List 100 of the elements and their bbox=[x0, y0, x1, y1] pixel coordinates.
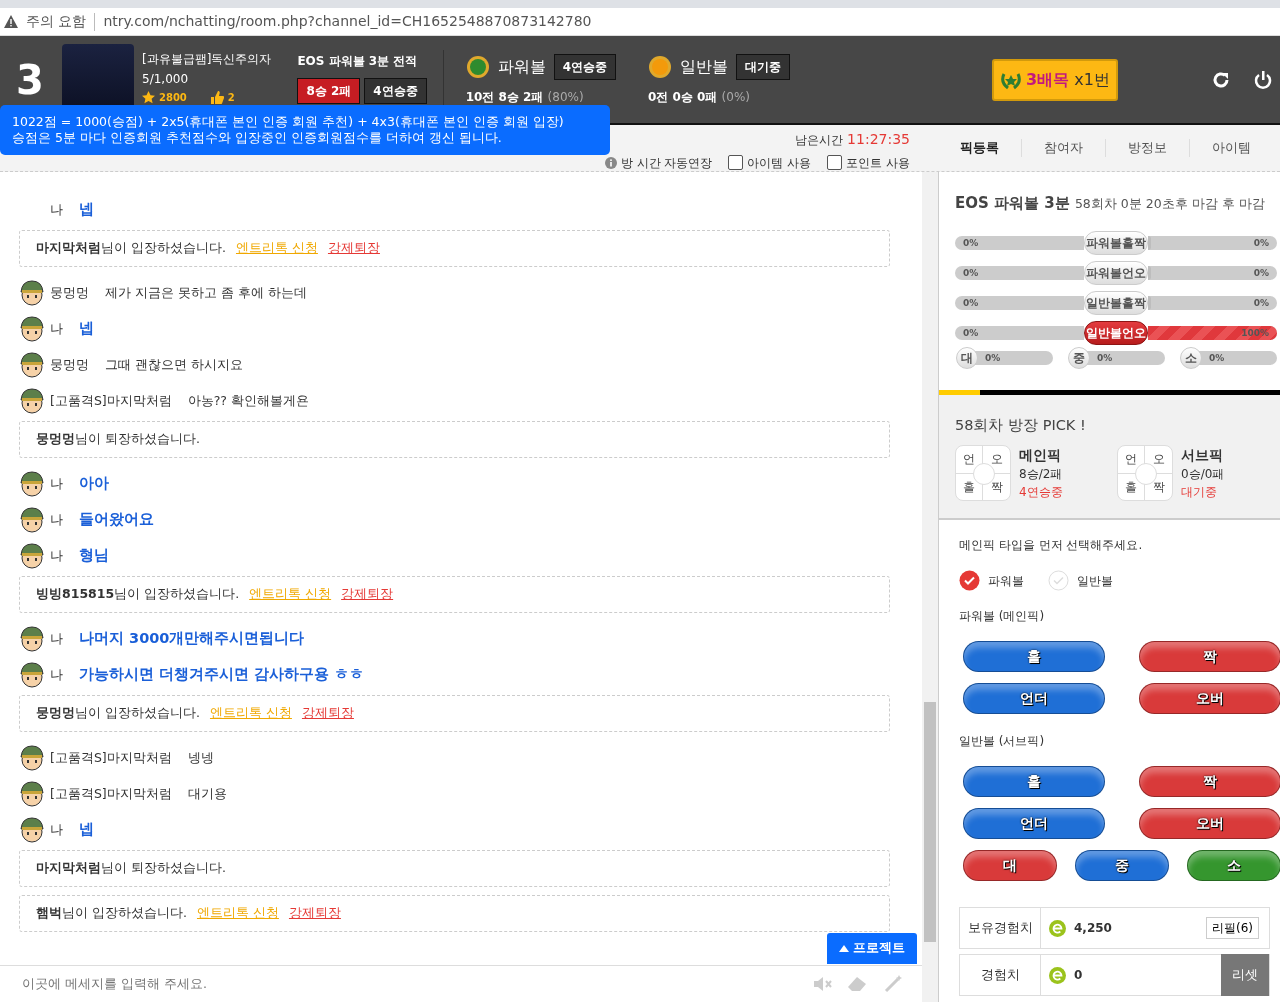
room-name: [과유불급팸]독신주의자 bbox=[142, 51, 272, 68]
magic-wand-icon[interactable] bbox=[884, 975, 902, 993]
prompt-text: 메인픽 타입을 먼저 선택해주세요. bbox=[959, 537, 1144, 554]
sender-name: 나 bbox=[50, 319, 63, 338]
record-title: EOS 파워볼 3분 전적 bbox=[297, 53, 419, 70]
notice-text: 뭉멍멍님이 퇴장하셨습니다. bbox=[36, 430, 200, 449]
tab[interactable]: 방정보 bbox=[1105, 138, 1189, 158]
sender-name: 뭉멍멍 bbox=[50, 283, 89, 302]
reset-button[interactable]: 리셋 bbox=[1221, 954, 1269, 996]
left-percent: 0% bbox=[963, 266, 979, 280]
notice-link[interactable]: 강제퇴장 bbox=[288, 904, 341, 923]
message-text: 아농?? 확인해볼게욘 bbox=[187, 391, 309, 410]
scrollbar[interactable] bbox=[922, 172, 938, 1002]
message-text: 제가 지금은 못하고 좀 후에 하는데 bbox=[105, 283, 307, 302]
refill-button[interactable]: 리필(6) bbox=[1206, 917, 1259, 939]
option-checkbox[interactable]: 포인트 사용 bbox=[827, 153, 910, 172]
notice-text: 뭉멍멍님이 입장하셨습니다. bbox=[36, 704, 200, 723]
power-icon[interactable] bbox=[1254, 70, 1272, 89]
option-checkbox[interactable]: 아이템 사용 bbox=[728, 153, 812, 172]
game-status: 4연승중 bbox=[553, 53, 616, 80]
notice-link[interactable]: 강제퇴장 bbox=[301, 704, 354, 723]
bet-button[interactable]: 짝 bbox=[1139, 766, 1280, 797]
bet-button[interactable]: 홀 bbox=[963, 766, 1105, 797]
left-percent: 0% bbox=[963, 236, 979, 250]
pick-status: 4연승중 bbox=[1019, 484, 1063, 501]
sender-name: [고품격S]마지막처럼 bbox=[50, 784, 172, 803]
exp-label: 경험치 bbox=[960, 955, 1041, 995]
warning-icon bbox=[4, 15, 18, 28]
sender-name: [고품격S]마지막처럼 bbox=[50, 391, 172, 410]
message-text: 가능하시면 더챙겨주시면 감사하구용 ㅎㅎ bbox=[79, 665, 365, 685]
message-text: 넹넹 bbox=[187, 748, 214, 767]
e-coin-icon bbox=[1049, 919, 1066, 937]
game-status: 대기중 bbox=[736, 53, 790, 80]
type-radio[interactable]: 파워볼 bbox=[959, 570, 1024, 591]
pick-record: 0승/0패 bbox=[1181, 466, 1225, 483]
notice-link[interactable]: 강제퇴장 bbox=[341, 585, 394, 604]
refresh-icon[interactable] bbox=[1212, 70, 1230, 89]
pick-name: 서브픽 bbox=[1181, 445, 1224, 465]
bet-button[interactable]: 중 bbox=[1075, 850, 1169, 881]
size-percent: 0% bbox=[1097, 351, 1113, 365]
bar-label: 일반볼언오 bbox=[1084, 320, 1148, 345]
message-text: 들어왔어요 bbox=[79, 510, 154, 530]
star-icon bbox=[142, 91, 155, 104]
exp-label: 보유경험치 bbox=[960, 908, 1041, 948]
bet-button[interactable]: 홀 bbox=[963, 641, 1105, 672]
rank-number: 3 bbox=[16, 55, 45, 105]
tab[interactable]: 아이템 bbox=[1189, 138, 1273, 158]
sender-name: 나 bbox=[50, 665, 63, 684]
size-label: 소 bbox=[1180, 346, 1202, 369]
thumbs-up-icon bbox=[210, 91, 224, 104]
bet-button[interactable]: 오버 bbox=[1139, 808, 1280, 839]
pick-name: 메인픽 bbox=[1019, 445, 1062, 465]
e-coin-icon bbox=[1049, 966, 1066, 984]
exp-value: 0 bbox=[1074, 967, 1083, 984]
project-button[interactable]: 프로젝트 bbox=[826, 933, 917, 964]
bonus-button[interactable]: 3배목 x1번 bbox=[992, 58, 1118, 101]
remaining-time: 남은시간 11:27:35 bbox=[795, 129, 910, 149]
game-name: 파워볼 bbox=[497, 55, 546, 78]
bet-button[interactable]: 대 bbox=[963, 850, 1057, 881]
like-count: 2 bbox=[227, 91, 235, 105]
coin-icon bbox=[648, 54, 672, 79]
right-percent: 0% bbox=[1253, 236, 1269, 250]
security-warning[interactable]: 주의 요함 bbox=[26, 11, 87, 32]
exp-value: 4,250 bbox=[1074, 920, 1112, 937]
bet-button[interactable]: 짝 bbox=[1139, 641, 1280, 672]
pick-title: 58회차 방장 PICK ! bbox=[955, 416, 1087, 435]
type-radio[interactable]: 일반볼 bbox=[1048, 570, 1113, 591]
notice-link[interactable]: 강제퇴장 bbox=[327, 239, 380, 258]
record-result: 8승 2패 bbox=[297, 78, 361, 104]
sender-name: 나 bbox=[50, 546, 63, 565]
game-summary: 10전 8승 2패 (80%) bbox=[465, 88, 585, 106]
auto-extend-label: 방 시간 자동연장 bbox=[620, 154, 713, 172]
tab[interactable]: 픽등록 bbox=[938, 138, 1021, 158]
mute-icon[interactable] bbox=[814, 977, 832, 991]
size-label: 대 bbox=[956, 346, 978, 369]
notice-text: 햄벅님이 입장하셨습니다. bbox=[36, 904, 187, 923]
group-title: 일반볼 (서브픽) bbox=[959, 733, 1046, 750]
sender-name: 나 bbox=[50, 474, 63, 493]
game-name: 일반볼 bbox=[680, 55, 728, 78]
bet-button[interactable]: 오버 bbox=[1139, 683, 1280, 714]
pick-record: 8승/2패 bbox=[1019, 466, 1063, 483]
eraser-icon[interactable] bbox=[848, 977, 868, 991]
left-percent: 0% bbox=[963, 296, 979, 310]
bet-button[interactable]: 언더 bbox=[963, 808, 1105, 839]
bet-button[interactable]: 소 bbox=[1187, 850, 1280, 881]
message-text: 나머지 3000개만해주시면됩니다 bbox=[79, 629, 305, 649]
message-text: 그때 괜찮으면 하시지요 bbox=[105, 355, 243, 374]
right-percent: 0% bbox=[1253, 266, 1269, 280]
left-percent: 0% bbox=[963, 326, 979, 340]
streak-status: 4연승중 bbox=[364, 78, 427, 104]
sender-name: [고품격S]마지막처럼 bbox=[50, 748, 172, 767]
bet-button[interactable]: 언더 bbox=[963, 683, 1105, 714]
notice-text: 빙빙815815님이 입장하셨습니다. bbox=[36, 585, 240, 604]
message-text: 넵 bbox=[79, 200, 94, 220]
url-text[interactable]: ntry.com/nchatting/room.php?channel_id=CH1652548870873142780 bbox=[103, 11, 592, 32]
pick-status: 대기중 bbox=[1181, 484, 1218, 501]
sender-name: 나 bbox=[50, 200, 63, 219]
coin-icon bbox=[465, 54, 490, 79]
message-text: 형님 bbox=[79, 546, 109, 566]
tab[interactable]: 참여자 bbox=[1021, 138, 1105, 158]
